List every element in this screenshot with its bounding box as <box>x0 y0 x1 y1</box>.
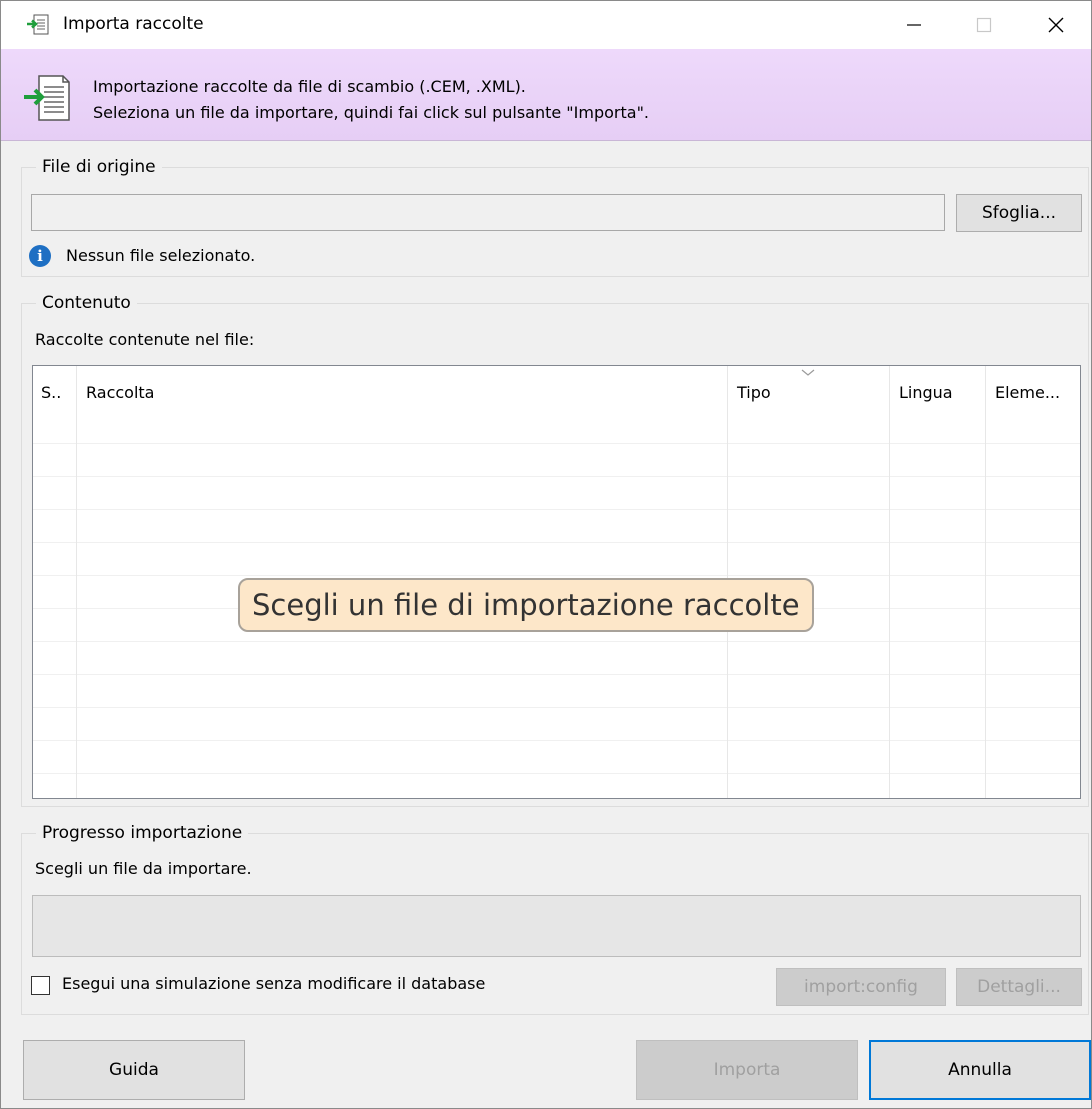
close-icon <box>1048 17 1064 33</box>
list-row-line <box>33 641 1080 642</box>
close-button[interactable] <box>1021 1 1091 49</box>
column-header-language[interactable]: Lingua <box>889 366 985 418</box>
import-document-icon <box>24 75 70 121</box>
window-title: Importa raccolte <box>63 14 204 34</box>
column-header-status[interactable]: S.. <box>33 366 76 418</box>
source-group-label: File di origine <box>36 157 162 177</box>
file-status-text: Nessun file selezionato. <box>66 246 256 265</box>
details-button[interactable]: Dettagli... <box>956 968 1082 1006</box>
import-file-icon <box>27 14 49 35</box>
simulation-checkbox[interactable] <box>31 976 50 995</box>
column-header-elements[interactable]: Eleme... <box>985 366 1080 418</box>
collections-list[interactable]: S.. Raccolta Tipo Lingua Eleme... Scegli… <box>32 365 1081 799</box>
cancel-button[interactable]: Annulla <box>869 1040 1091 1100</box>
import-config-button[interactable]: import:config <box>776 968 946 1006</box>
import-progress-bar <box>32 895 1081 957</box>
info-icon: i <box>29 245 51 267</box>
import-button[interactable]: Importa <box>636 1040 858 1100</box>
list-row-line <box>33 707 1080 708</box>
list-row-line <box>33 773 1080 774</box>
help-button[interactable]: Guida <box>23 1040 245 1100</box>
column-separator[interactable] <box>76 366 77 798</box>
banner-title-text: Importazione raccolte da file di scambio… <box>93 77 526 96</box>
minimize-icon <box>907 24 921 26</box>
list-row-line <box>33 740 1080 741</box>
column-header-collection[interactable]: Raccolta <box>76 366 727 418</box>
title-bar: Importa raccolte <box>1 1 1091 49</box>
content-group-label: Contenuto <box>36 293 137 313</box>
list-row-line <box>33 509 1080 510</box>
list-row-line <box>33 542 1080 543</box>
source-path-field[interactable] <box>31 194 945 231</box>
list-row-line <box>33 476 1080 477</box>
banner-instruction-text: Seleziona un file da importare, quindi f… <box>93 103 650 122</box>
content-caption: Raccolte contenute nel file: <box>35 330 255 349</box>
column-separator[interactable] <box>985 366 986 798</box>
maximize-button[interactable] <box>949 1 1019 49</box>
column-separator[interactable] <box>889 366 890 798</box>
browse-button[interactable]: Sfoglia... <box>956 194 1082 232</box>
list-row-line <box>33 575 1080 576</box>
instruction-banner: Importazione raccolte da file di scambio… <box>1 49 1091 141</box>
maximize-icon <box>976 17 992 33</box>
simulation-checkbox-label[interactable]: Esegui una simulazione senza modificare … <box>62 974 485 993</box>
progress-group-label: Progresso importazione <box>36 823 249 843</box>
minimize-button[interactable] <box>879 1 949 49</box>
progress-status-text: Scegli un file da importare. <box>35 859 252 878</box>
import-collections-dialog: Importa raccolte Importazione raccolte d… <box>0 0 1092 1109</box>
empty-list-message: Scegli un file di importazione raccolte <box>238 578 814 632</box>
sort-arrow-icon <box>801 369 815 376</box>
list-row-line <box>33 674 1080 675</box>
list-row-line <box>33 443 1080 444</box>
